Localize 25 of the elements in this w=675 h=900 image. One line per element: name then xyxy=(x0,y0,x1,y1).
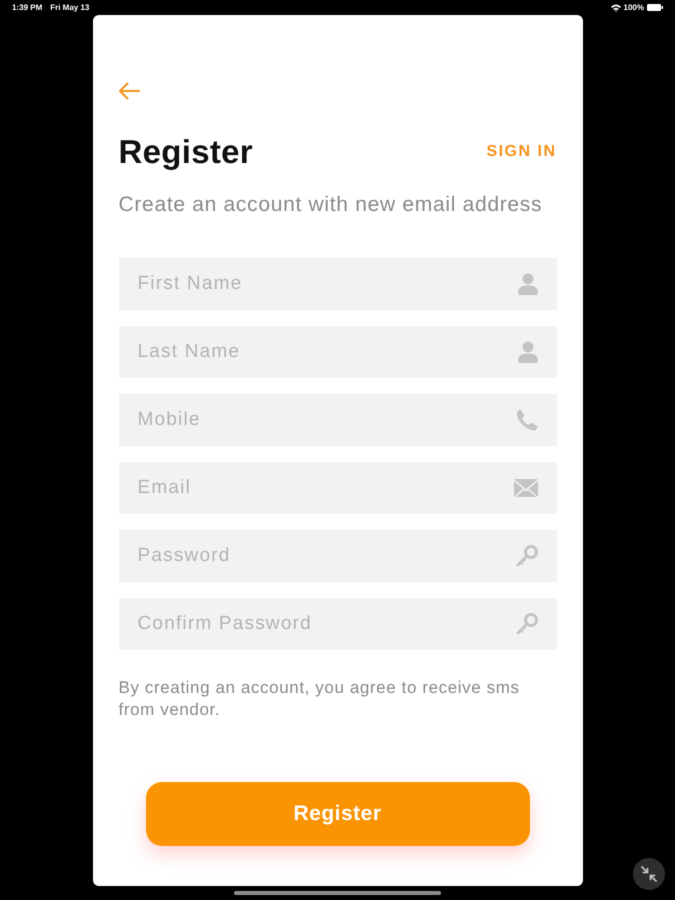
key-icon xyxy=(516,545,538,567)
key-icon xyxy=(516,613,538,635)
status-time: 1:39 PM xyxy=(12,2,42,14)
envelope-icon xyxy=(514,479,538,497)
back-arrow-icon xyxy=(118,82,140,100)
phone-icon xyxy=(516,409,538,431)
input-field[interactable]: Password xyxy=(118,530,556,582)
page-title: Register xyxy=(118,132,253,172)
minimize-button[interactable] xyxy=(633,858,665,890)
terms-text: By creating an account, you agree to receive sms from vendor. xyxy=(118,677,521,721)
sign-in-link[interactable]: SIGN IN xyxy=(486,140,556,164)
input-field[interactable]: Mobile xyxy=(118,394,556,446)
input-field[interactable]: Email xyxy=(118,462,556,514)
person-icon xyxy=(518,273,538,295)
shrink-arrows-icon xyxy=(641,866,657,882)
register-button[interactable]: Register xyxy=(146,782,530,846)
battery-icon xyxy=(647,4,663,11)
status-date: Fri May 13 xyxy=(50,2,90,14)
input-field[interactable]: Last Name xyxy=(118,326,556,378)
wifi-icon xyxy=(610,4,621,12)
input-field[interactable]: First Name xyxy=(118,258,556,310)
person-icon xyxy=(518,341,538,363)
battery-percent: 100% xyxy=(624,2,644,14)
input-field[interactable]: Confirm Password xyxy=(118,598,556,650)
subtitle: Create an account with new email address xyxy=(118,193,544,217)
